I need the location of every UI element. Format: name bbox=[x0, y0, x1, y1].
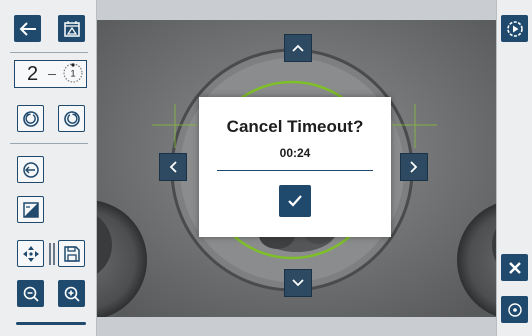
dial-icon: 1 bbox=[63, 63, 83, 83]
top-strip bbox=[97, 0, 496, 20]
calendar-icon bbox=[63, 20, 80, 37]
dialog-title: Cancel Timeout? bbox=[226, 117, 364, 136]
pan-right-button[interactable] bbox=[400, 153, 428, 181]
play-circle-icon bbox=[506, 20, 523, 37]
rotate-cw-button[interactable] bbox=[58, 105, 85, 132]
rotate-cw-icon bbox=[63, 110, 80, 127]
target-back-button[interactable] bbox=[17, 156, 44, 183]
zoom-slider[interactable] bbox=[16, 322, 86, 325]
pan-up-button[interactable] bbox=[284, 34, 312, 62]
right-toolbar bbox=[496, 0, 532, 336]
toggle-divider bbox=[53, 243, 55, 265]
chevron-left-icon bbox=[169, 161, 177, 173]
toggle-divider bbox=[49, 243, 51, 265]
rotate-ccw-icon bbox=[22, 110, 39, 127]
close-icon bbox=[508, 261, 521, 274]
cancel-timeout-dialog: Cancel Timeout? 00:24 bbox=[199, 97, 391, 237]
checkmark-icon bbox=[288, 195, 302, 207]
contrast-button[interactable] bbox=[17, 196, 44, 223]
chevron-right-icon bbox=[410, 161, 418, 173]
pan-left-button[interactable] bbox=[159, 153, 187, 181]
play-button[interactable] bbox=[501, 15, 528, 42]
confirm-button[interactable] bbox=[279, 185, 311, 217]
chevron-up-icon bbox=[292, 44, 304, 52]
zoom-out-button[interactable] bbox=[17, 280, 44, 307]
close-button[interactable] bbox=[501, 254, 528, 281]
dialog-divider bbox=[217, 170, 373, 171]
arrow-left-icon bbox=[19, 21, 36, 36]
calendar-button[interactable] bbox=[58, 15, 85, 42]
save-button[interactable] bbox=[58, 240, 85, 267]
countdown-timer: 00:24 bbox=[279, 146, 311, 160]
zoom-in-button[interactable] bbox=[58, 280, 85, 307]
toolbar-divider bbox=[10, 52, 88, 53]
dial-value: 1 bbox=[70, 69, 75, 79]
toolbar-divider bbox=[10, 143, 88, 144]
chevron-down-icon bbox=[292, 279, 304, 287]
target-back-icon bbox=[22, 161, 39, 178]
counter-dash bbox=[48, 74, 56, 75]
record-icon bbox=[507, 302, 522, 317]
save-icon bbox=[63, 245, 80, 262]
rotate-ccw-button[interactable] bbox=[17, 105, 44, 132]
move-icon bbox=[22, 245, 39, 262]
move-button[interactable] bbox=[17, 240, 44, 267]
contrast-icon bbox=[22, 201, 39, 218]
zoom-in-icon bbox=[64, 286, 80, 302]
zoom-out-icon bbox=[23, 286, 39, 302]
well-counter[interactable]: 2 1 bbox=[14, 60, 87, 88]
bottom-strip bbox=[97, 317, 496, 336]
record-button[interactable] bbox=[501, 296, 528, 323]
back-button[interactable] bbox=[14, 15, 41, 42]
pan-down-button[interactable] bbox=[284, 269, 312, 297]
left-toolbar: 2 1 bbox=[0, 0, 97, 336]
counter-value: 2 bbox=[27, 63, 39, 85]
